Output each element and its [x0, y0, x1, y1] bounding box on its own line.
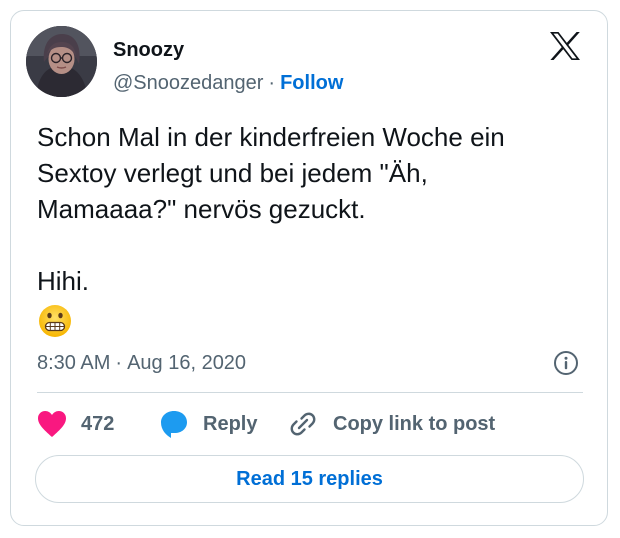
- handle-separator: ·: [268, 72, 276, 94]
- tweet-time: 8:30 AM: [37, 352, 111, 374]
- reply-button[interactable]: Reply: [159, 409, 257, 439]
- tweet-timestamp[interactable]: 8:30 AM · Aug 16, 2020: [37, 351, 246, 375]
- avatar-image: [26, 26, 97, 97]
- copy-link-button[interactable]: Copy link to post: [289, 409, 495, 439]
- link-icon: [290, 412, 316, 436]
- read-replies-button[interactable]: Read 15 replies: [35, 455, 584, 503]
- x-logo-icon[interactable]: [549, 31, 581, 61]
- grimacing-face-emoji: [39, 305, 71, 337]
- like-count: 472: [81, 412, 115, 435]
- reply-label: Reply: [203, 412, 258, 435]
- info-icon[interactable]: [553, 350, 579, 376]
- tweet-date: Aug 16, 2020: [127, 352, 247, 374]
- heart-icon: [38, 411, 66, 437]
- tweet-text: Schon Mal in der kinderfreien Woche ein …: [37, 122, 505, 296]
- divider: [37, 392, 583, 393]
- display-name[interactable]: Snoozy: [113, 39, 184, 61]
- timestamp-separator: ·: [115, 352, 123, 374]
- speech-bubble-icon: [161, 411, 187, 438]
- avatar[interactable]: [26, 26, 97, 97]
- like-button[interactable]: 472: [37, 409, 114, 439]
- copy-link-label: Copy link to post: [333, 412, 496, 435]
- user-handle[interactable]: @Snoozedanger: [113, 72, 263, 94]
- handle-row: @Snoozedanger · Follow: [113, 71, 343, 95]
- follow-button[interactable]: Follow: [280, 72, 343, 94]
